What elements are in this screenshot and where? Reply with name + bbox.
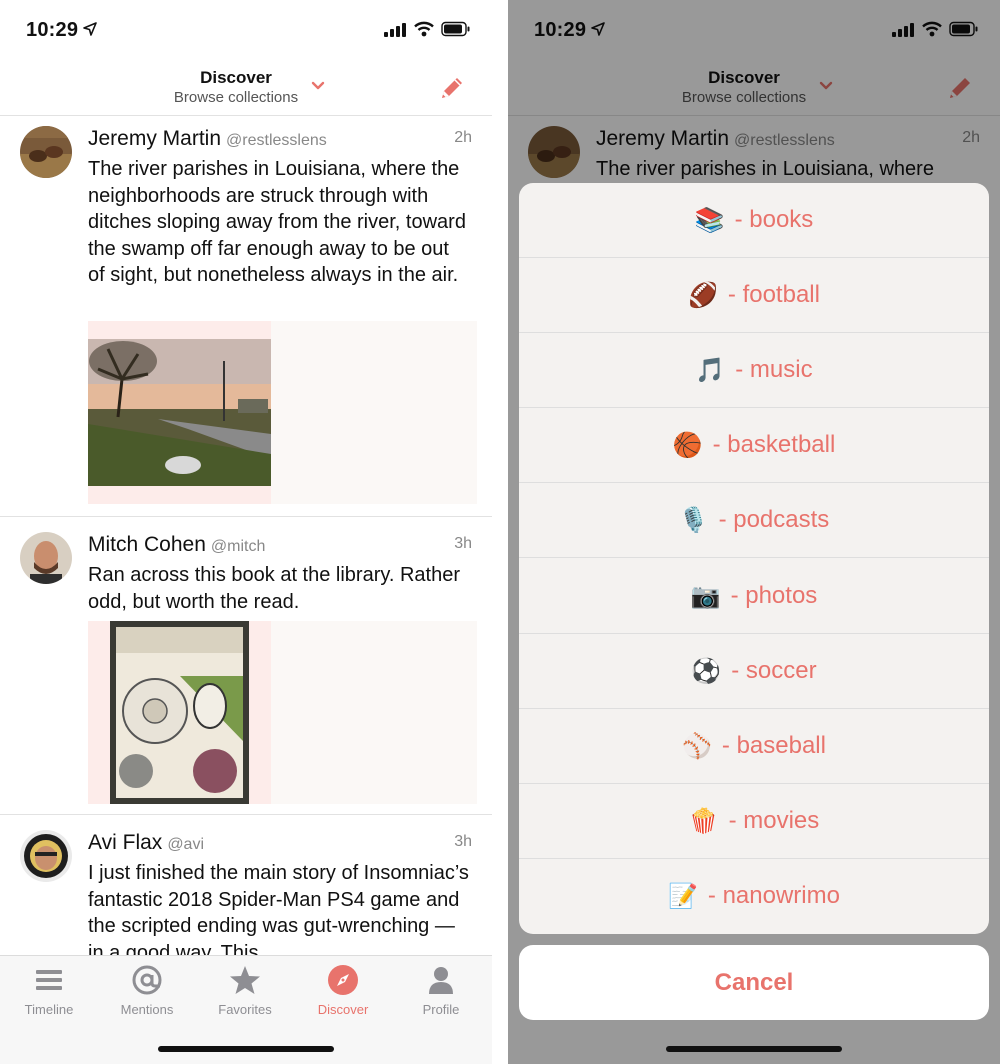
collection-option-label: - movies: [728, 806, 820, 834]
post-media[interactable]: [88, 621, 477, 804]
post-header: Avi Flax @avi 3h: [88, 831, 472, 855]
collection-option-basketball[interactable]: 🏀 - basketball: [519, 408, 989, 484]
collection-option-music[interactable]: 🎵 - music: [519, 333, 989, 409]
collection-option-label: - basketball: [712, 431, 836, 459]
post-media[interactable]: [88, 321, 477, 504]
status-bar: 10:29: [0, 0, 492, 58]
microphone-emoji-icon: 🎙️: [678, 506, 709, 535]
tab-mentions[interactable]: Mentions: [98, 964, 196, 1017]
memo-emoji-icon: 📝: [668, 882, 698, 911]
avatar[interactable]: [20, 532, 72, 584]
avatar-image: [20, 126, 72, 178]
post-item[interactable]: Mitch Cohen @mitch 3h Ran across this boo…: [0, 517, 492, 815]
post-item[interactable]: Avi Flax @avi 3h I just finished the main…: [0, 815, 492, 955]
collection-option-podcasts[interactable]: 🎙️ - podcasts: [519, 483, 989, 559]
home-indicator: [158, 1046, 334, 1052]
tab-label: Profile: [422, 1002, 460, 1017]
photo-street-image: [88, 339, 271, 486]
collection-option-label: - books: [734, 206, 814, 234]
post-body: Ran across this book at the library. Rat…: [88, 564, 461, 613]
post-timestamp: 2h: [454, 129, 472, 146]
football-emoji-icon: 🏈: [688, 281, 718, 310]
photo-book-cover-image: [110, 621, 249, 804]
soccer-ball-emoji-icon: ⚽: [691, 656, 722, 685]
author-handle[interactable]: @avi: [167, 836, 204, 853]
collection-option-books[interactable]: 📚 - books: [519, 183, 989, 259]
tab-profile[interactable]: Profile: [392, 964, 490, 1017]
post-item[interactable]: Jeremy Martin @restlesslens 2h The river …: [0, 117, 492, 517]
home-indicator: [666, 1046, 842, 1052]
post-body: The river parishes in Louisiana, where t…: [88, 158, 466, 286]
collections-action-sheet-screen: 10:29 Discover Browse collections Jeremy…: [508, 0, 1000, 1064]
page-title[interactable]: Discover: [0, 68, 472, 88]
tab-label: Mentions: [120, 1002, 174, 1017]
tab-favorites[interactable]: Favorites: [196, 964, 294, 1017]
music-note-emoji-icon: 🎵: [695, 356, 726, 385]
avatar[interactable]: [20, 126, 72, 178]
post-feed[interactable]: Jeremy Martin @restlesslens 2h The river …: [0, 117, 492, 955]
post-timestamp: 3h: [454, 535, 472, 552]
page-subtitle[interactable]: Browse collections: [0, 89, 472, 106]
author-name[interactable]: Avi Flax: [88, 831, 162, 854]
collections-action-sheet: 📚 - books 🏈 - football 🎵 - music 🏀 - bas…: [519, 183, 989, 934]
collection-option-label: - photos: [730, 581, 818, 609]
collection-option-movies[interactable]: 🍿 - movies: [519, 784, 989, 859]
avatar-image: [20, 830, 72, 882]
tab-label: Favorites: [218, 1002, 272, 1017]
wifi-icon: [414, 21, 434, 37]
battery-icon: [441, 21, 470, 37]
post-body: I just finished the main story of Insomn…: [88, 862, 469, 955]
collection-option-nanowrimo[interactable]: 📝 - nanowrimo: [519, 859, 989, 934]
basketball-emoji-icon: 🏀: [672, 431, 703, 460]
author-name[interactable]: Jeremy Martin: [88, 127, 221, 150]
post-timestamp: 3h: [454, 833, 472, 850]
author-name[interactable]: Mitch Cohen: [88, 533, 206, 556]
nav-header: Discover Browse collections: [0, 58, 492, 116]
collection-option-football[interactable]: 🏈 - football: [519, 258, 989, 334]
collection-option-baseball[interactable]: ⚾ - baseball: [519, 709, 989, 784]
popcorn-emoji-icon: 🍿: [688, 806, 719, 835]
avatar-image: [20, 532, 72, 584]
compose-pencil-icon[interactable]: [436, 72, 468, 104]
collection-option-photos[interactable]: 📷 - photos: [519, 558, 989, 634]
location-arrow-icon: [83, 22, 97, 36]
tab-label: Discover: [317, 1002, 369, 1017]
collection-option-label: - football: [727, 281, 820, 309]
post-header: Jeremy Martin @restlesslens 2h: [88, 127, 472, 151]
avatar[interactable]: [20, 830, 72, 882]
post-header: Mitch Cohen @mitch 3h: [88, 533, 472, 557]
author-handle[interactable]: @mitch: [211, 538, 265, 555]
collection-option-label: - podcasts: [718, 506, 830, 534]
collection-option-label: - soccer: [731, 656, 817, 684]
baseball-emoji-icon: ⚾: [682, 731, 712, 760]
tab-discover[interactable]: Discover: [294, 964, 392, 1017]
at-sign-icon: [132, 965, 162, 995]
collection-option-label: - baseball: [721, 731, 826, 759]
collection-option-label: - nanowrimo: [707, 882, 840, 910]
discover-screen: 10:29 Discover Browse collections Jeremy…: [0, 0, 492, 1064]
cancel-button-label: Cancel: [714, 968, 794, 996]
timeline-icon: [36, 970, 62, 990]
screenshot-divider: [492, 0, 508, 1064]
cancel-button[interactable]: Cancel: [519, 945, 989, 1020]
tab-timeline[interactable]: Timeline: [0, 964, 98, 1017]
star-icon: [230, 966, 260, 994]
collection-option-label: - music: [735, 356, 813, 384]
books-emoji-icon: 📚: [694, 206, 725, 235]
person-icon: [429, 967, 453, 994]
compass-icon: [328, 965, 358, 995]
collection-option-soccer[interactable]: ⚽ - soccer: [519, 634, 989, 709]
chevron-down-icon[interactable]: [310, 80, 326, 92]
cellular-signal-icon: [384, 23, 406, 37]
status-time: 10:29: [26, 19, 79, 41]
author-handle[interactable]: @restlesslens: [226, 132, 327, 149]
tab-label: Timeline: [24, 1002, 74, 1017]
camera-emoji-icon: 📷: [690, 581, 721, 610]
